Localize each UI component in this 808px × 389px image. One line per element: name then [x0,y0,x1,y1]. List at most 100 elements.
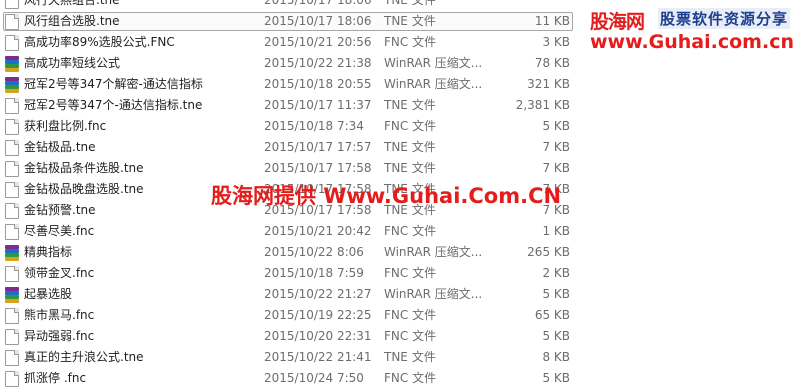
document-icon [5,14,19,30]
document-icon [5,35,19,51]
file-name: 领带金叉.fnc [24,266,95,280]
document-icon [5,350,19,366]
file-type: TNE 文件 [384,140,436,154]
document-icon [5,329,19,345]
file-type: FNC 文件 [384,119,437,133]
watermark-text: 股海网提供 Www.Guhai.Com.CN [211,184,562,208]
file-date: 2015/10/18 20:55 [264,77,372,91]
file-size: 5 KB [542,287,570,301]
file-row[interactable]: 冠军2号等347个解密-通达信指标 2015/10/18 20:55 WinRAR … [0,74,808,95]
document-icon [5,0,19,9]
file-name: 高成功率89%选股公式.FNC [24,35,175,49]
document-icon [5,308,19,324]
file-name: 起暴选股 [24,287,73,301]
file-type: WinRAR 压缩文... [384,287,483,301]
file-name: 尽善尽美.fnc [24,224,95,238]
file-row[interactable]: 领带金叉.fnc 2015/10/18 7:59 FNC 文件 2 KB [0,263,808,284]
file-size: 5 KB [542,371,570,385]
file-type: WinRAR 压缩文... [384,56,483,70]
file-type: TNE 文件 [384,98,436,112]
file-row[interactable]: 真正的主升浪公式.tne 2015/10/22 21:41 TNE 文件 8 KB [0,347,808,368]
file-type: TNE 文件 [384,0,436,7]
file-type: FNC 文件 [384,371,437,385]
file-row[interactable]: 熊市黑马.fnc 2015/10/19 22:25 FNC 文件 65 KB [0,305,808,326]
file-type: TNE 文件 [384,350,436,364]
logo-title: 股海网 [590,11,645,33]
winrar-icon [5,245,19,261]
file-size: 1 KB [542,224,570,238]
file-name: 获利盘比例.fnc [24,119,107,133]
document-icon [5,266,19,282]
file-size: 3 KB [542,35,570,49]
file-date: 2015/10/18 7:59 [264,266,364,280]
file-name: 真正的主升浪公式.tne [24,350,144,364]
file-name: 金钻预警.tne [24,203,96,217]
document-icon [5,203,19,219]
file-name: 高成功率短线公式 [24,56,121,70]
file-name: 抓涨停 .fnc [24,371,87,385]
file-row[interactable]: 金钻极品条件选股.tne 2015/10/17 17:58 TNE 文件 7 KB [0,158,808,179]
file-row[interactable]: 异动强弱.fnc 2015/10/20 22:31 FNC 文件 5 KB [0,326,808,347]
file-size: 2 KB [542,266,570,280]
file-date: 2015/10/22 8:06 [264,245,364,259]
file-type: FNC 文件 [384,224,437,238]
document-icon [5,119,19,135]
file-row[interactable]: 起暴选股 2015/10/22 21:27 WinRAR 压缩文... 5 KB [0,284,808,305]
file-name: 风行组合选股.tne [24,14,120,28]
file-name: 金钻极品条件选股.tne [24,161,144,175]
file-date: 2015/10/17 18:06 [264,0,372,7]
file-type: TNE 文件 [384,161,436,175]
file-size: 7 KB [542,161,570,175]
site-logo: 股海网 股票软件资源分享 www.Guhai.com.cn [582,0,808,58]
winrar-icon [5,77,19,93]
file-name: 冠军2号等347个-通达信指标.tne [24,98,203,112]
file-row[interactable]: 尽善尽美.fnc 2015/10/21 20:42 FNC 文件 1 KB [0,221,808,242]
file-row[interactable]: 获利盘比例.fnc 2015/10/18 7:34 FNC 文件 5 KB [0,116,808,137]
file-row[interactable]: 抓涨停 .fnc 2015/10/24 7:50 FNC 文件 5 KB [0,368,808,389]
file-type: FNC 文件 [384,308,437,322]
document-icon [5,182,19,198]
winrar-icon [5,56,19,72]
file-date: 2015/10/17 11:37 [264,98,372,112]
file-name: 熊市黑马.fnc [24,308,95,322]
file-size: 5 KB [542,119,570,133]
file-size: 65 KB [534,308,570,322]
file-size: 11 KB [534,14,570,28]
document-icon [5,371,19,387]
file-type: TNE 文件 [384,14,436,28]
file-size: 321 KB [527,77,570,91]
file-name: 金钻极品.tne [24,140,96,154]
file-date: 2015/10/18 7:34 [264,119,364,133]
file-name: 金钻极品晚盘选股.tne [24,182,144,196]
logo-url: www.Guhai.com.cn [590,31,794,53]
file-type: FNC 文件 [384,329,437,343]
file-date: 2015/10/17 17:58 [264,161,372,175]
file-name: 风行天燕组合.tne [24,0,120,7]
winrar-icon [5,287,19,303]
file-date: 2015/10/19 22:25 [264,308,372,322]
file-size: 2,381 KB [515,98,570,112]
file-date: 2015/10/22 21:41 [264,350,372,364]
file-date: 2015/10/21 20:42 [264,224,372,238]
file-date: 2015/10/20 22:31 [264,329,372,343]
file-name: 冠军2号等347个解密-通达信指标 [24,77,203,91]
file-size: 78 KB [534,56,570,70]
file-date: 2015/10/22 21:38 [264,56,372,70]
file-size: 265 KB [527,245,570,259]
file-row[interactable]: 金钻极品.tne 2015/10/17 17:57 TNE 文件 7 KB [0,137,808,158]
file-row[interactable]: 冠军2号等347个-通达信指标.tne 2015/10/17 11:37 TNE 文… [0,95,808,116]
file-type: FNC 文件 [384,266,437,280]
document-icon [5,161,19,177]
logo-subtitle: 股票软件资源分享 [658,8,791,29]
file-date: 2015/10/21 20:56 [264,35,372,49]
file-name: 精典指标 [24,245,73,259]
file-name: 异动强弱.fnc [24,329,95,343]
file-type: FNC 文件 [384,35,437,49]
file-type: WinRAR 压缩文... [384,77,483,91]
document-icon [5,140,19,156]
document-icon [5,98,19,114]
file-date: 2015/10/22 21:27 [264,287,372,301]
file-size: 8 KB [542,350,570,364]
file-row[interactable]: 精典指标 2015/10/22 8:06 WinRAR 压缩文... 265 KB [0,242,808,263]
file-date: 2015/10/17 17:57 [264,140,372,154]
